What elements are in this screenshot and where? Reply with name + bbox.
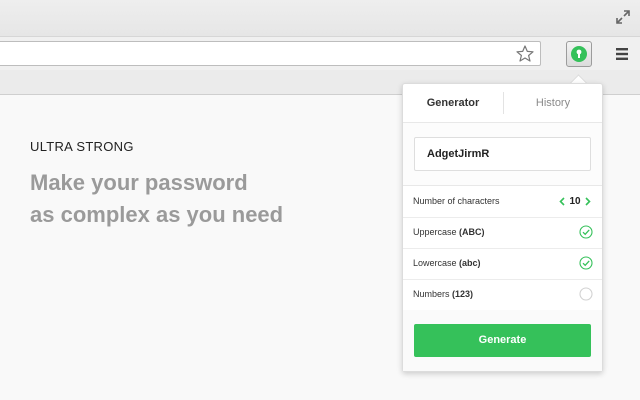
eyebrow-label: ULTRA STRONG xyxy=(30,139,134,154)
option-hint: (123) xyxy=(452,289,474,299)
browser-titlebar xyxy=(0,0,640,36)
tab-generator[interactable]: Generator xyxy=(403,84,503,122)
option-label: Lowercase (abc) xyxy=(413,248,481,279)
password-section: AdgetJirmR xyxy=(403,123,602,186)
length-value: 10 xyxy=(569,196,581,207)
option-name: Uppercase xyxy=(413,227,457,237)
popup-tabs: Generator History xyxy=(403,84,602,123)
generate-button[interactable]: Generate xyxy=(414,324,591,357)
star-outline-icon[interactable] xyxy=(515,44,535,64)
length-label: Number of characters xyxy=(413,196,500,206)
generated-password-field[interactable]: AdgetJirmR xyxy=(414,137,591,171)
check-circle-icon[interactable] xyxy=(579,225,593,239)
option-label: Uppercase (ABC) xyxy=(413,217,485,248)
length-row: Number of characters 10 xyxy=(403,186,602,218)
headline: Make your password as complex as you nee… xyxy=(30,167,283,231)
password-extension-button[interactable] xyxy=(566,41,592,67)
option-hint: (ABC) xyxy=(459,227,485,237)
option-numbers[interactable]: Numbers (123) xyxy=(403,279,602,311)
headline-line-2: as complex as you need xyxy=(30,202,284,227)
check-circle-icon[interactable] xyxy=(579,256,593,270)
option-name: Numbers xyxy=(413,289,450,299)
keyhole-icon xyxy=(571,46,587,62)
address-bar[interactable] xyxy=(0,41,541,66)
tab-history[interactable]: History xyxy=(504,84,602,122)
chevron-left-icon[interactable] xyxy=(559,197,565,206)
option-lowercase[interactable]: Lowercase (abc) xyxy=(403,248,602,280)
browser-toolbar xyxy=(0,36,640,71)
expand-arrows-icon[interactable] xyxy=(614,8,632,26)
empty-circle-icon[interactable] xyxy=(579,287,593,301)
password-generator-popup: Generator History AdgetJirmR Number of c… xyxy=(402,83,603,372)
option-uppercase[interactable]: Uppercase (ABC) xyxy=(403,217,602,249)
option-hint: (abc) xyxy=(459,258,481,268)
headline-line-1: Make your password xyxy=(30,170,248,195)
option-label: Numbers (123) xyxy=(413,279,473,310)
chevron-right-icon[interactable] xyxy=(585,197,591,206)
popup-footer: Generate xyxy=(403,310,602,371)
hamburger-menu-icon[interactable] xyxy=(616,47,628,61)
option-name: Lowercase xyxy=(413,258,457,268)
